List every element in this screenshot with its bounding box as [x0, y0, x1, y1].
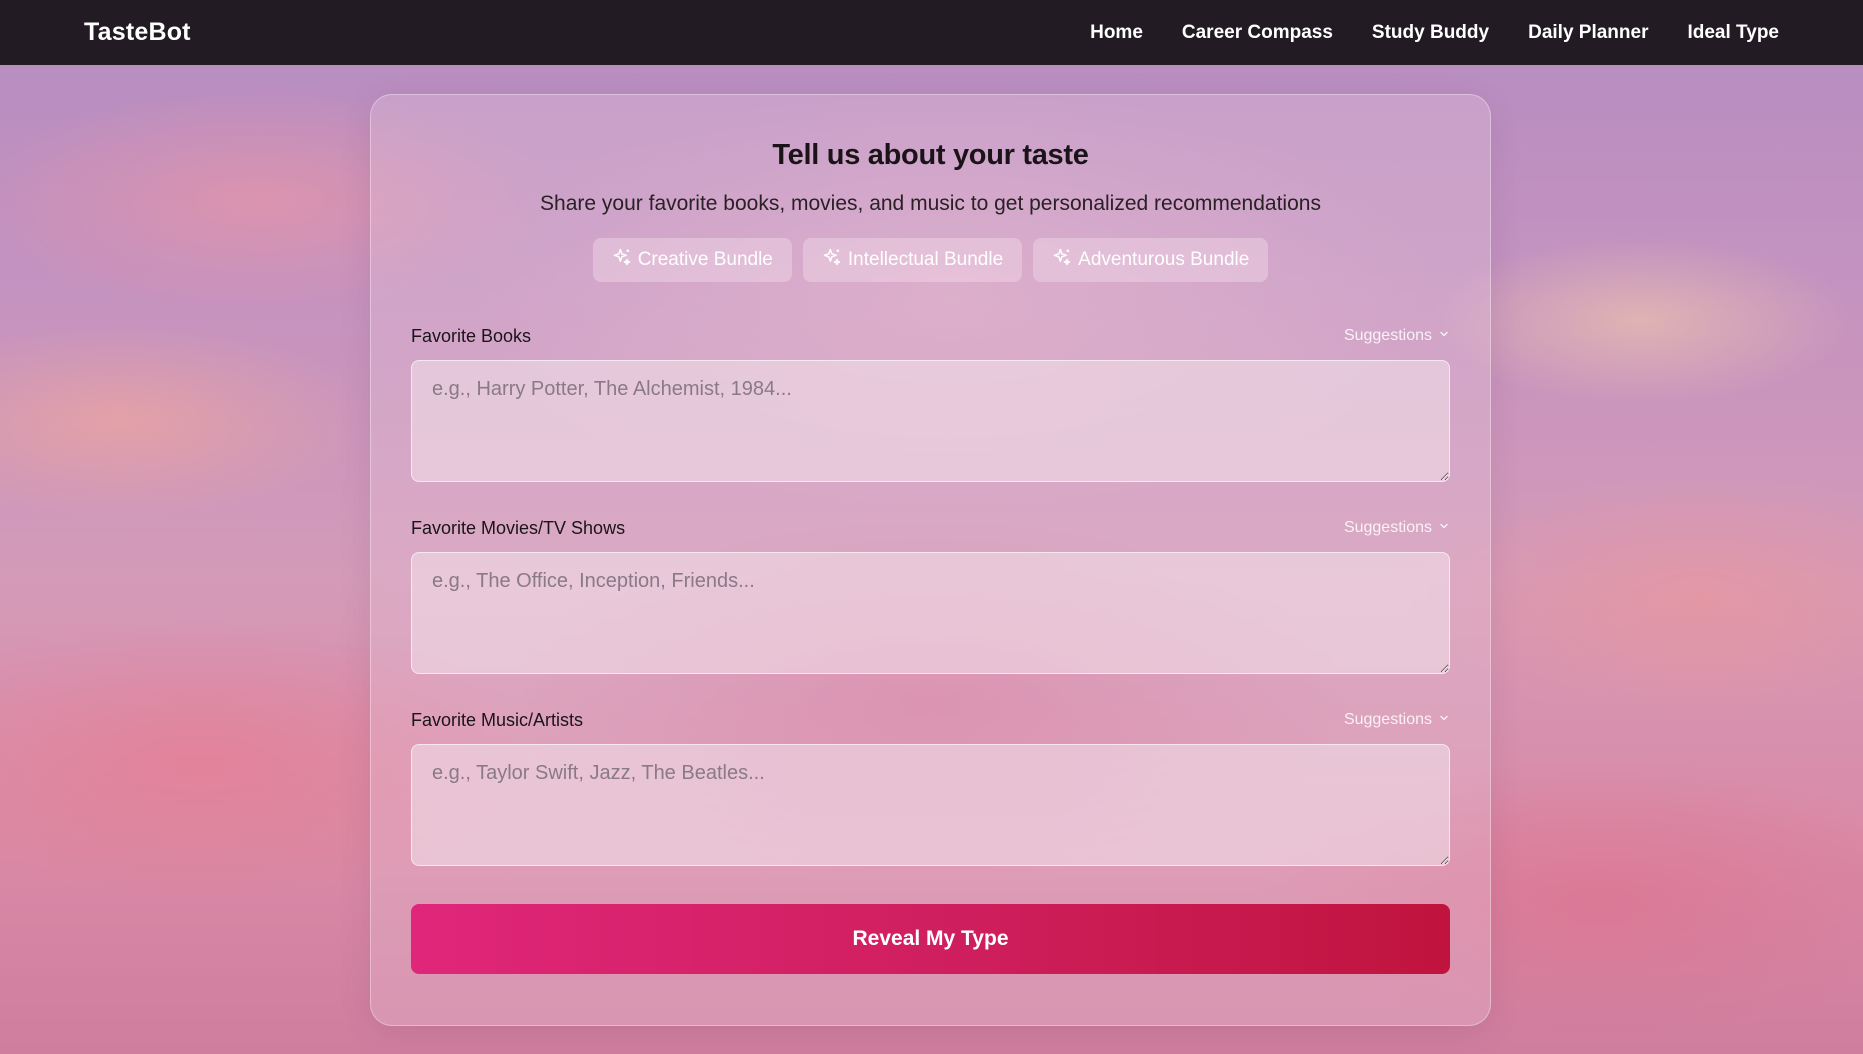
- music-suggestions-toggle[interactable]: Suggestions: [1344, 711, 1450, 729]
- sparkles-icon: [822, 247, 842, 273]
- brand-logo[interactable]: TasteBot: [84, 18, 191, 47]
- suggestions-label: Suggestions: [1343, 327, 1432, 344]
- nav-link-ideal-type[interactable]: Ideal Type: [1687, 22, 1779, 44]
- music-label: Favorite Music/Artists: [411, 709, 584, 730]
- textarea-wrap: [411, 744, 1450, 866]
- sparkles-icon: [612, 247, 632, 273]
- music-input[interactable]: [411, 744, 1450, 866]
- bundle-buttons: Creative Bundle Intellectual Bundle Adve…: [411, 238, 1450, 282]
- form-subtitle: Share your favorite books, movies, and m…: [540, 192, 1321, 215]
- bundle-label: Intellectual Bundle: [847, 249, 1004, 270]
- taste-form-card: Tell us about your taste Share your favo…: [370, 94, 1491, 1026]
- chevron-down-icon: [1438, 327, 1450, 345]
- suggestions-label: Suggestions: [1343, 711, 1432, 728]
- field-header: Favorite Movies/TV Shows Suggestions: [411, 518, 1450, 538]
- movies-label: Favorite Movies/TV Shows: [411, 517, 626, 538]
- bundle-label: Adventurous Bundle: [1078, 249, 1250, 270]
- movies-input[interactable]: [411, 552, 1450, 674]
- adventurous-bundle-button[interactable]: Adventurous Bundle: [1033, 238, 1269, 282]
- top-navbar: TasteBot Home Career Compass Study Buddy…: [0, 0, 1863, 65]
- bundle-label: Creative Bundle: [637, 249, 773, 270]
- suggestions-label: Suggestions: [1343, 519, 1432, 536]
- form-title: Tell us about your taste: [772, 139, 1089, 171]
- nav-link-home[interactable]: Home: [1090, 22, 1143, 44]
- reveal-my-type-button[interactable]: Reveal My Type: [411, 904, 1450, 974]
- nav-link-career-compass[interactable]: Career Compass: [1182, 22, 1333, 44]
- creative-bundle-button[interactable]: Creative Bundle: [592, 238, 792, 282]
- movies-field: Favorite Movies/TV Shows Suggestions: [411, 518, 1450, 674]
- books-suggestions-toggle[interactable]: Suggestions: [1344, 327, 1450, 345]
- nav-link-study-buddy[interactable]: Study Buddy: [1372, 22, 1489, 44]
- textarea-wrap: [411, 552, 1450, 674]
- textarea-wrap: [411, 360, 1450, 482]
- intellectual-bundle-button[interactable]: Intellectual Bundle: [802, 238, 1023, 282]
- music-field: Favorite Music/Artists Suggestions: [411, 710, 1450, 866]
- nav-links: Home Career Compass Study Buddy Daily Pl…: [1090, 22, 1779, 44]
- books-input[interactable]: [411, 360, 1450, 482]
- books-field: Favorite Books Suggestions: [411, 326, 1450, 482]
- nav-link-daily-planner[interactable]: Daily Planner: [1528, 22, 1648, 44]
- field-header: Favorite Music/Artists Suggestions: [411, 710, 1450, 730]
- books-label: Favorite Books: [411, 325, 532, 346]
- chevron-down-icon: [1438, 519, 1450, 537]
- chevron-down-icon: [1438, 711, 1450, 729]
- sparkles-icon: [1052, 247, 1072, 273]
- field-header: Favorite Books Suggestions: [411, 326, 1450, 346]
- movies-suggestions-toggle[interactable]: Suggestions: [1344, 519, 1450, 537]
